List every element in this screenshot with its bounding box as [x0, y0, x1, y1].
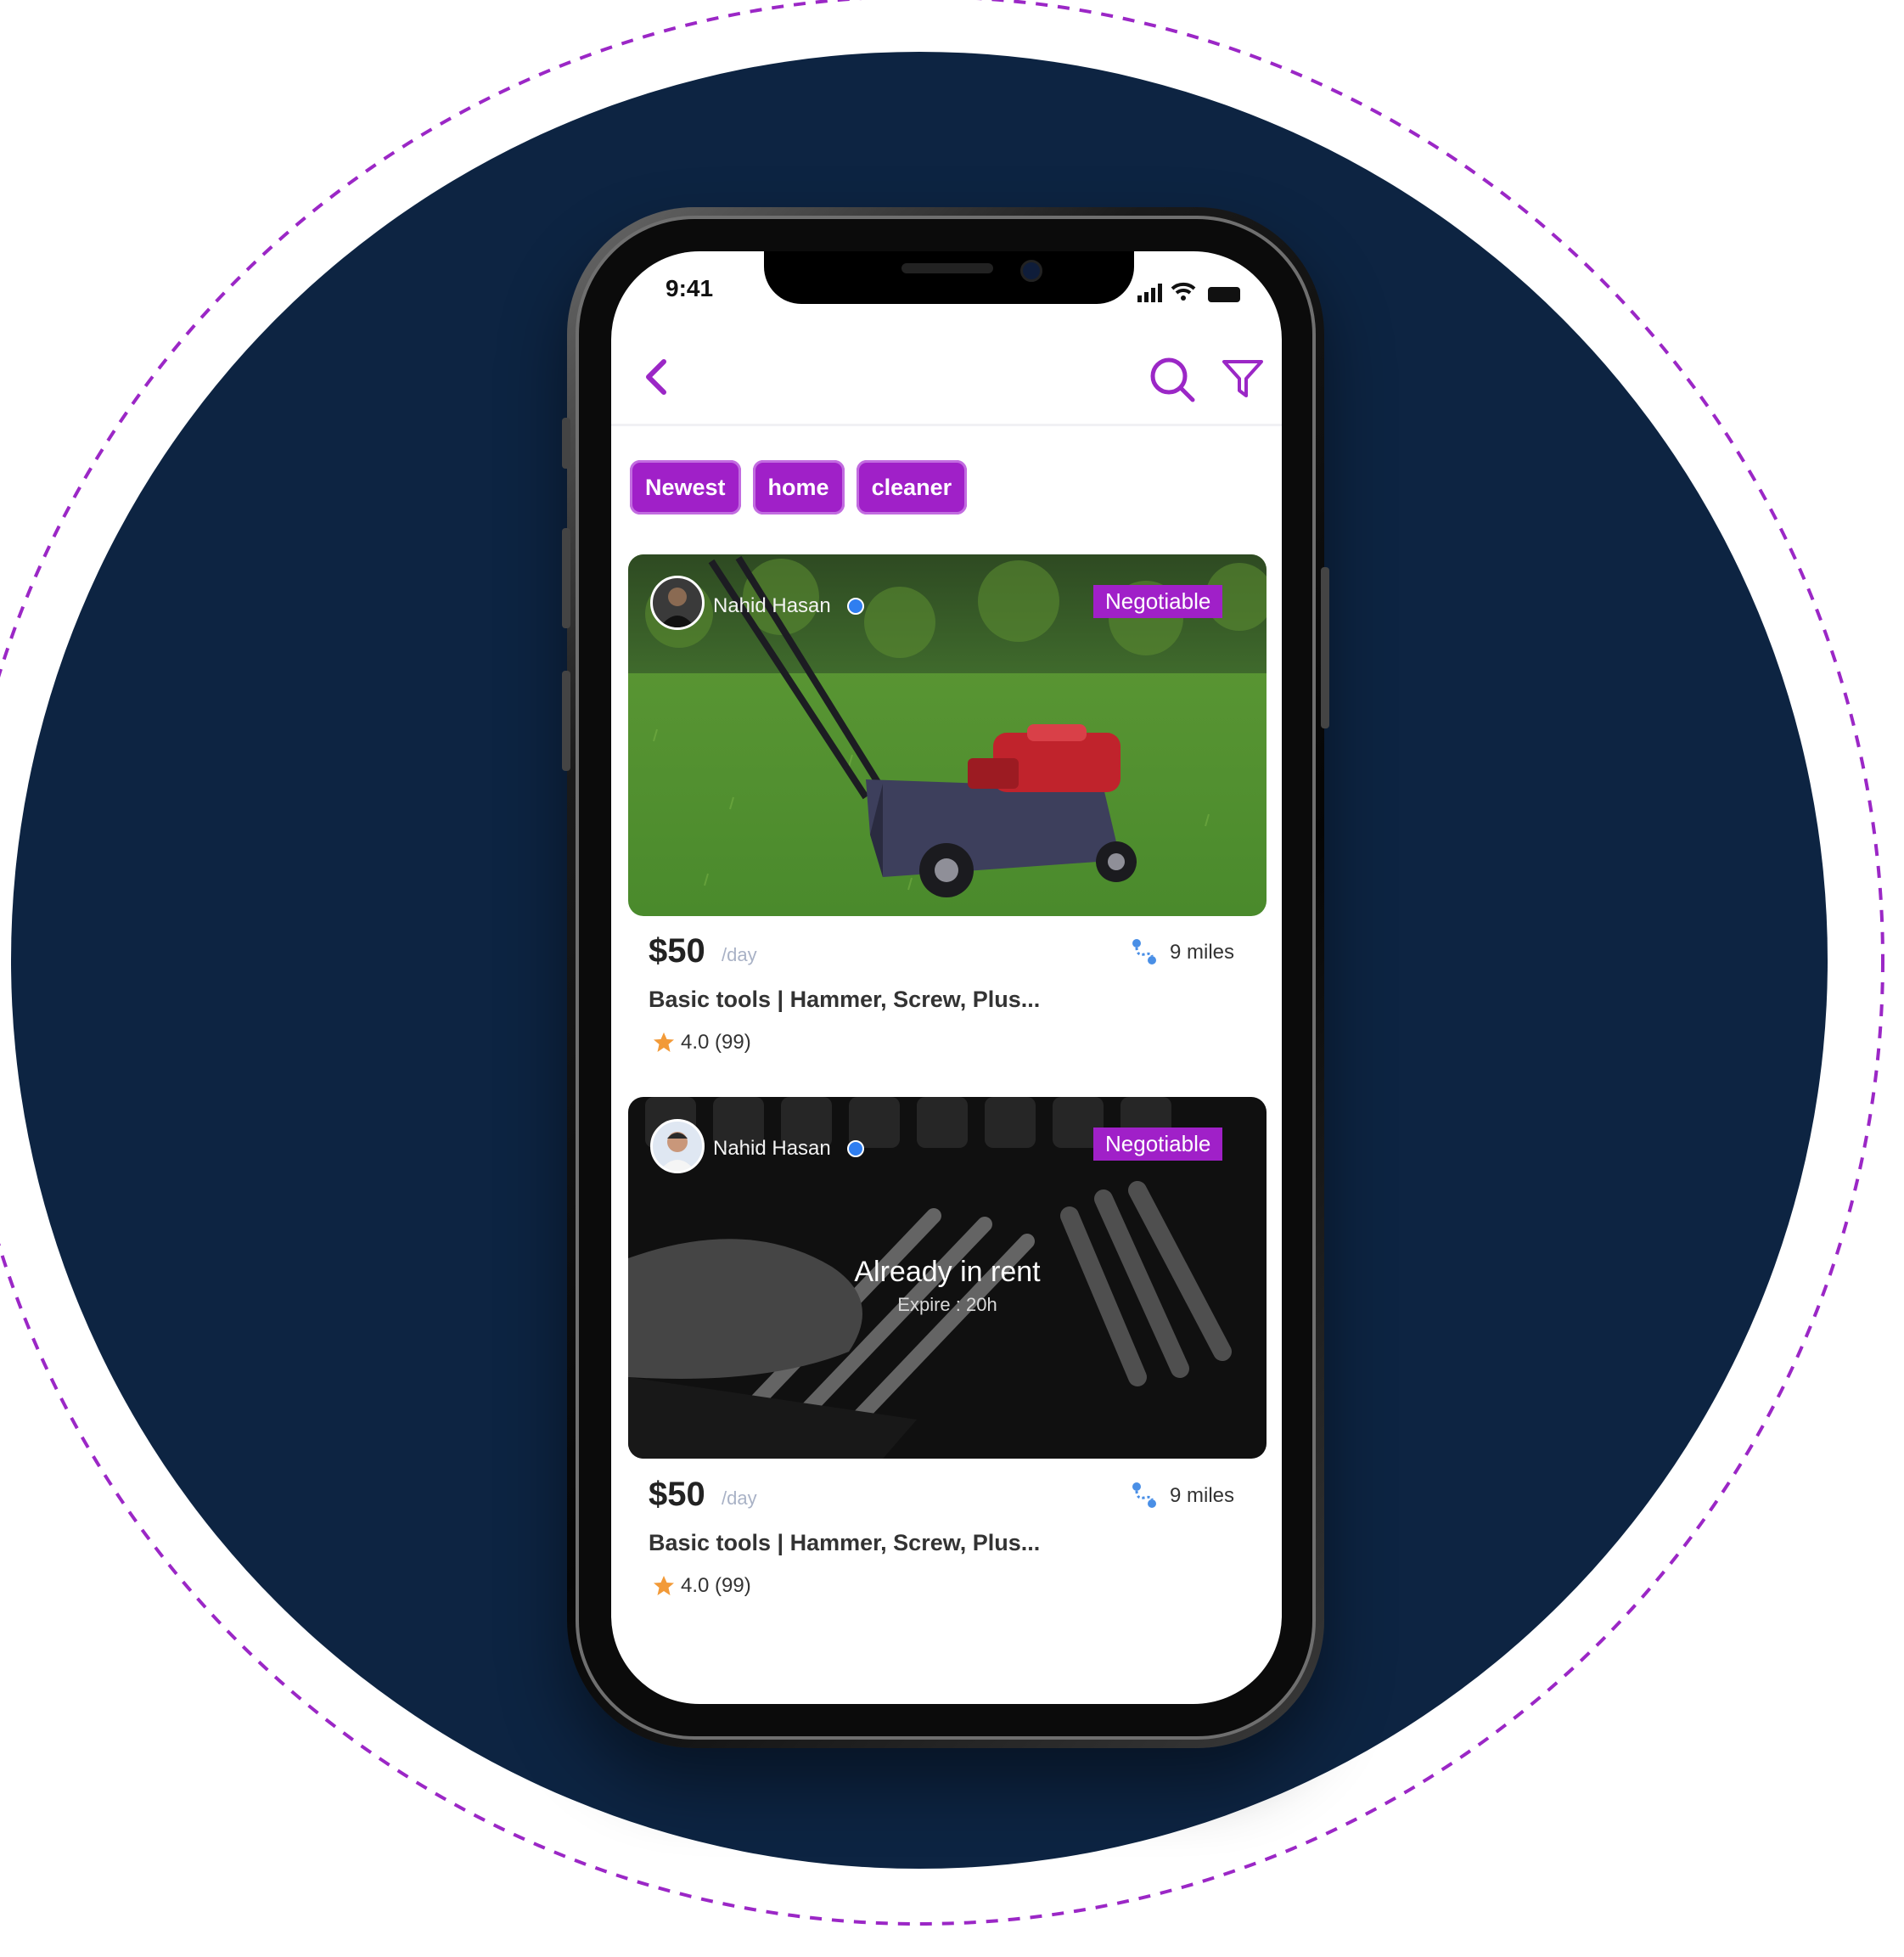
- status-icons: [1137, 277, 1240, 302]
- owner-avatar[interactable]: [650, 1119, 705, 1173]
- chip-cleaner[interactable]: cleaner: [856, 460, 968, 515]
- listing-price: $50: [649, 1476, 705, 1513]
- star-icon: [654, 1032, 674, 1052]
- wifi-icon: [1171, 282, 1196, 301]
- front-camera: [1020, 260, 1042, 282]
- listing-price: $50: [649, 932, 705, 970]
- cellular-signal-icon: [1137, 282, 1162, 302]
- filter-icon[interactable]: [1221, 357, 1265, 401]
- mute-switch: [562, 418, 570, 469]
- distance-label: 9 miles: [1170, 941, 1235, 964]
- chip-newest[interactable]: Newest: [630, 460, 741, 515]
- rent-expire-label: Expire : 20h: [897, 1294, 997, 1315]
- owner-name: Nahid Hasan: [713, 594, 831, 617]
- filter-chips: Newest home cleaner: [630, 460, 968, 515]
- chip-home[interactable]: home: [752, 460, 845, 515]
- volume-up-button: [562, 528, 570, 628]
- battery-icon: [1208, 287, 1240, 302]
- star-icon: [654, 1576, 674, 1595]
- listing-title[interactable]: Basic tools | Hammer, Screw, Plus...: [649, 1530, 1040, 1556]
- distance-icon: [1132, 1482, 1156, 1508]
- power-button: [1321, 567, 1329, 728]
- listing-title[interactable]: Basic tools | Hammer, Screw, Plus...: [649, 987, 1040, 1013]
- volume-down-button: [562, 671, 570, 771]
- rating-label: 4.0 (99): [681, 1574, 751, 1597]
- rating-label: 4.0 (99): [681, 1031, 751, 1054]
- owner-avatar[interactable]: [650, 576, 705, 630]
- back-chevron-icon[interactable]: [638, 355, 677, 399]
- price-unit: /day: [722, 944, 757, 965]
- owner-name: Nahid Hasan: [713, 1137, 831, 1160]
- price-unit: /day: [722, 1487, 757, 1509]
- verified-icon: [847, 1140, 864, 1157]
- rent-status-title: Already in rent: [854, 1256, 1041, 1288]
- distance-icon: [1132, 939, 1156, 964]
- distance-label: 9 miles: [1170, 1484, 1235, 1507]
- search-icon[interactable]: [1148, 355, 1197, 404]
- header-divider: [611, 424, 1282, 426]
- status-time: 9:41: [666, 275, 714, 301]
- notch: [764, 251, 1134, 304]
- negotiable-badge: Negotiable: [1093, 1128, 1223, 1161]
- verified-icon: [847, 598, 864, 615]
- speaker: [901, 263, 993, 273]
- negotiable-badge: Negotiable: [1093, 585, 1223, 618]
